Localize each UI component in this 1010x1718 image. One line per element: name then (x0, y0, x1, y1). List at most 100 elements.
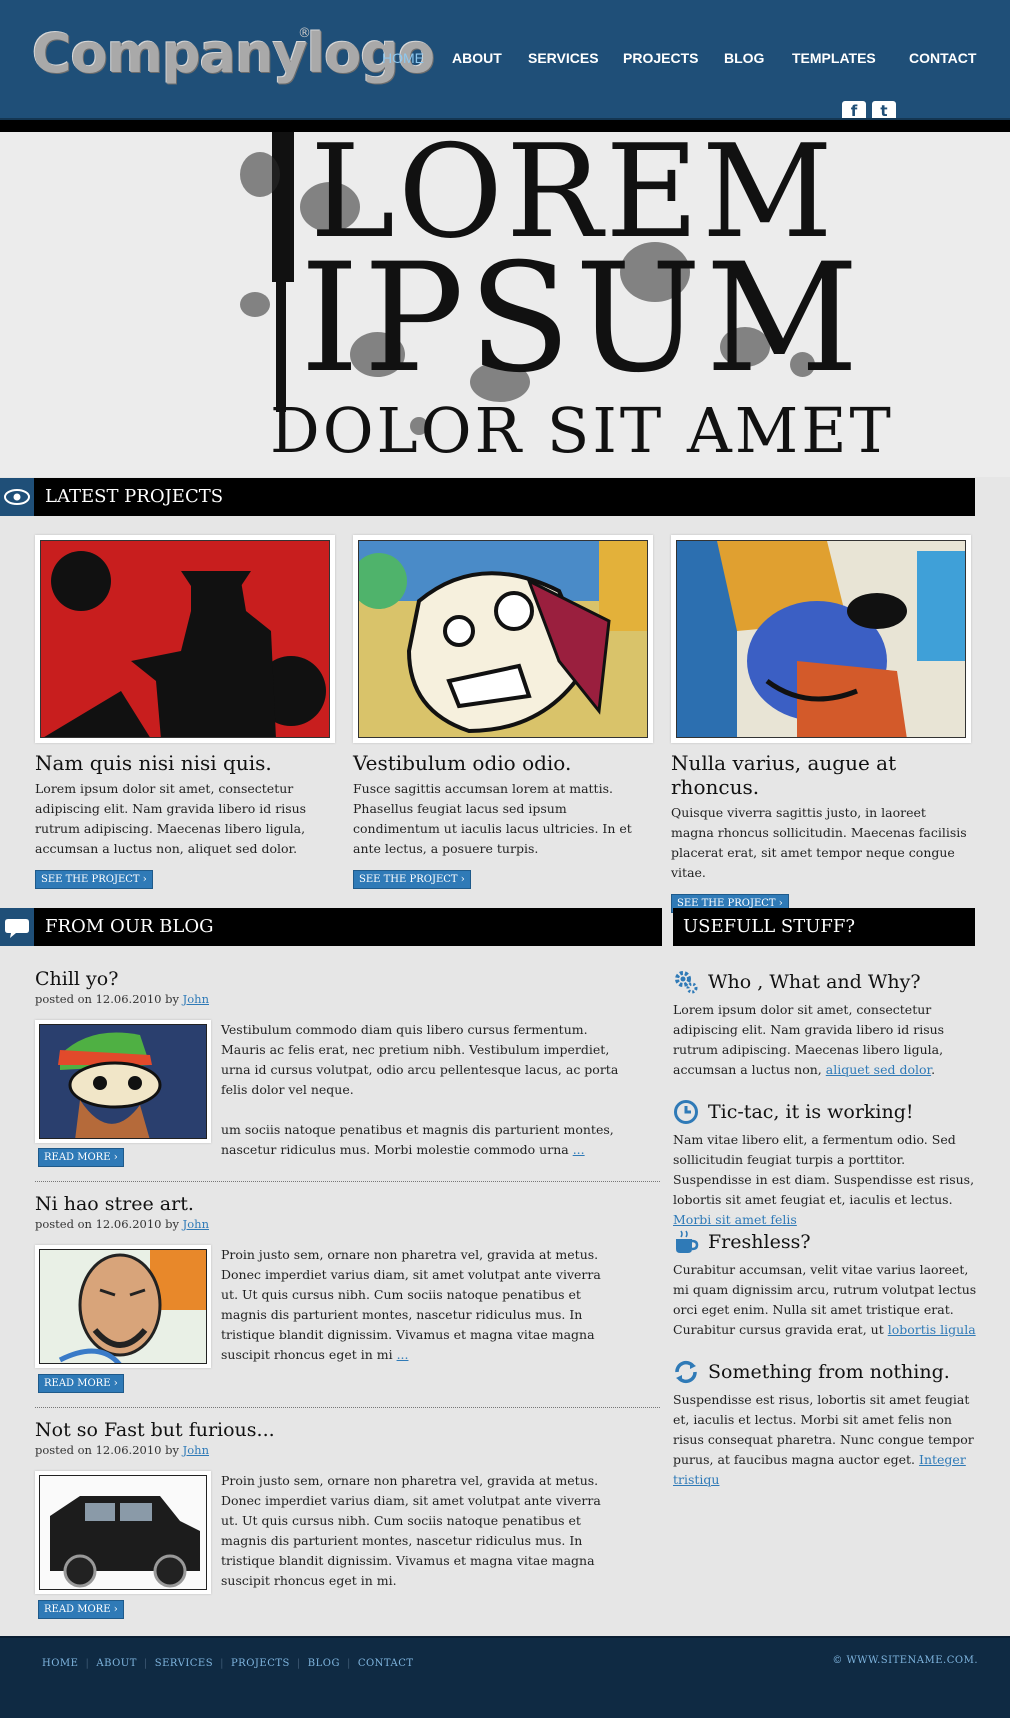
coffee-cup-icon (673, 1229, 699, 1255)
refresh-icon (673, 1359, 699, 1385)
site-header: Companylogo ® HOME ABOUT SERVICES PROJEC… (0, 0, 1010, 120)
see-project-button[interactable]: SEE THE PROJECT › (353, 870, 471, 889)
eye-icon (0, 478, 34, 516)
hero-headline-2: IPSUM (300, 232, 863, 406)
project-title[interactable]: Vestibulum odio odio. (353, 751, 653, 775)
sidebar-item-link[interactable]: Morbi sit amet felis (673, 1212, 797, 1227)
post-image[interactable] (39, 1024, 207, 1139)
footer-separator: | (85, 1658, 90, 1669)
gears-icon (673, 969, 699, 995)
post-thumbnail[interactable] (35, 1471, 211, 1594)
post-paragraph: um sociis natoque penatibus et magnis di… (221, 1120, 621, 1160)
nav-services[interactable]: SERVICES (528, 50, 599, 66)
site-footer: HOME | ABOUT | SERVICES | PROJECTS | BLOG | CONTAC… (0, 1636, 1010, 1718)
sidebar-item-title: Who , What and Why? (708, 971, 921, 993)
sidebar-item: Freshless? Curabitur accumsan, velit vit… (673, 1228, 978, 1340)
read-more-link[interactable]: ... (397, 1347, 409, 1362)
post-date: posted on 12.06.2010 by (35, 1217, 183, 1231)
post-paragraph: Proin justo sem, ornare non pharetra vel… (221, 1245, 621, 1365)
footer-link-services[interactable]: SERVICES (155, 1658, 213, 1669)
post-title[interactable]: Not so Fast but furious... (35, 1419, 660, 1441)
project-image[interactable] (358, 540, 648, 738)
nav-about[interactable]: ABOUT (452, 50, 502, 66)
sidebar-item-title: Tic-tac, it is working! (708, 1101, 914, 1123)
project-description: Fusce sagittis accumsan lorem at mattis.… (353, 781, 632, 856)
post-author-link[interactable]: John (183, 992, 209, 1006)
sidebar-header: USEFULL STUFF? (673, 908, 975, 946)
project-thumbnail[interactable] (35, 535, 335, 743)
section-title: LATEST PROJECTS (45, 486, 224, 507)
footer-copyright: © WWW.SITENAME.COM. (832, 1655, 978, 1666)
section-title: USEFULL STUFF? (683, 916, 856, 937)
see-project-button[interactable]: SEE THE PROJECT › (35, 870, 153, 889)
blog-post: Not so Fast but furious... posted on 12.… (35, 1419, 660, 1619)
hero-ink-bar (272, 132, 294, 282)
company-logo[interactable]: Companylogo (32, 22, 435, 85)
post-thumbnail[interactable] (35, 1245, 211, 1368)
clock-icon (673, 1099, 699, 1125)
post-title[interactable]: Chill yo? (35, 968, 660, 990)
footer-nav: HOME | ABOUT | SERVICES | PROJECTS | BLOG | CONTAC… (42, 1658, 414, 1669)
sidebar-item-heading: Who , What and Why? (673, 968, 978, 996)
nav-contact[interactable]: CONTACT (909, 50, 976, 66)
post-image[interactable] (39, 1249, 207, 1364)
project-card: Nam quis nisi nisi quis. Lorem ipsum dol… (35, 535, 335, 889)
footer-link-blog[interactable]: BLOG (308, 1658, 340, 1669)
sidebar-item-heading: Something from nothing. (673, 1358, 978, 1386)
post-author-link[interactable]: John (183, 1443, 209, 1457)
project-title[interactable]: Nulla varius, augue at rhoncus. (671, 751, 971, 799)
blog-post: Ni hao stree art. posted on 12.06.2010 b… (35, 1193, 660, 1393)
post-title[interactable]: Ni hao stree art. (35, 1193, 660, 1215)
post-image[interactable] (39, 1475, 207, 1590)
sidebar-item-body: Nam vitae libero elit, a fermentum odio.… (673, 1132, 975, 1207)
post-paragraph: Vestibulum commodo diam quis libero curs… (221, 1022, 619, 1097)
sidebar-item-title: Something from nothing. (708, 1361, 950, 1383)
registered-mark: ® (298, 26, 311, 41)
footer-separator: | (220, 1658, 224, 1669)
sidebar-item-text: Nam vitae libero elit, a fermentum odio.… (673, 1130, 978, 1230)
project-image[interactable] (676, 540, 966, 738)
project-image[interactable] (40, 540, 330, 738)
blog-header: FROM OUR BLOG (0, 908, 662, 946)
read-more-link[interactable]: ... (573, 1142, 585, 1157)
project-title[interactable]: Nam quis nisi nisi quis. (35, 751, 335, 775)
sidebar-item: Tic-tac, it is working! Nam vitae libero… (673, 1098, 978, 1230)
footer-link-projects[interactable]: PROJECTS (231, 1658, 290, 1669)
section-title: FROM OUR BLOG (45, 916, 214, 937)
footer-link-contact[interactable]: CONTACT (358, 1658, 414, 1669)
twitter-icon[interactable]: t (872, 101, 896, 120)
nav-home[interactable]: HOME (382, 50, 424, 66)
read-more-button[interactable]: READ MORE › (38, 1374, 124, 1393)
blog-post: Chill yo? posted on 12.06.2010 by John V… (35, 968, 660, 1168)
project-thumbnail[interactable] (353, 535, 653, 743)
post-excerpt: Vestibulum commodo diam quis libero curs… (221, 1020, 621, 1160)
project-card: Vestibulum odio odio. Fusce sagittis acc… (353, 535, 653, 889)
sidebar-item-link[interactable]: lobortis ligula (888, 1322, 976, 1337)
post-excerpt: Proin justo sem, ornare non pharetra vel… (221, 1471, 621, 1591)
nav-projects[interactable]: PROJECTS (623, 50, 698, 66)
footer-link-home[interactable]: HOME (42, 1658, 78, 1669)
read-more-button[interactable]: READ MORE › (38, 1148, 124, 1167)
sidebar-item-tail: . (931, 1062, 936, 1077)
project-thumbnail[interactable] (671, 535, 971, 743)
post-meta: posted on 12.06.2010 by John (35, 1443, 660, 1457)
latest-projects-header: LATEST PROJECTS (0, 478, 975, 516)
footer-separator: | (296, 1658, 301, 1669)
post-divider (35, 1407, 660, 1408)
nav-blog[interactable]: BLOG (724, 50, 764, 66)
post-thumbnail[interactable] (35, 1020, 211, 1143)
post-author-link[interactable]: John (183, 1217, 209, 1231)
footer-link-about[interactable]: ABOUT (96, 1658, 137, 1669)
sidebar-item-link[interactable]: aliquet sed dolor (826, 1062, 931, 1077)
read-more-button[interactable]: READ MORE › (38, 1600, 124, 1619)
sidebar-item-heading: Tic-tac, it is working! (673, 1098, 978, 1126)
sidebar-item-text: Lorem ipsum dolor sit amet, consectetur … (673, 1000, 978, 1080)
post-paragraph: Proin justo sem, ornare non pharetra vel… (221, 1473, 601, 1588)
sidebar-item-text: Curabitur accumsan, velit vitae varius l… (673, 1260, 978, 1340)
post-excerpt: Proin justo sem, ornare non pharetra vel… (221, 1245, 621, 1365)
post-divider (35, 1181, 660, 1182)
nav-templates[interactable]: TEMPLATES (792, 50, 876, 66)
sidebar-item-title: Freshless? (708, 1231, 811, 1253)
facebook-icon[interactable]: f (842, 101, 866, 120)
post-meta: posted on 12.06.2010 by John (35, 1217, 660, 1231)
